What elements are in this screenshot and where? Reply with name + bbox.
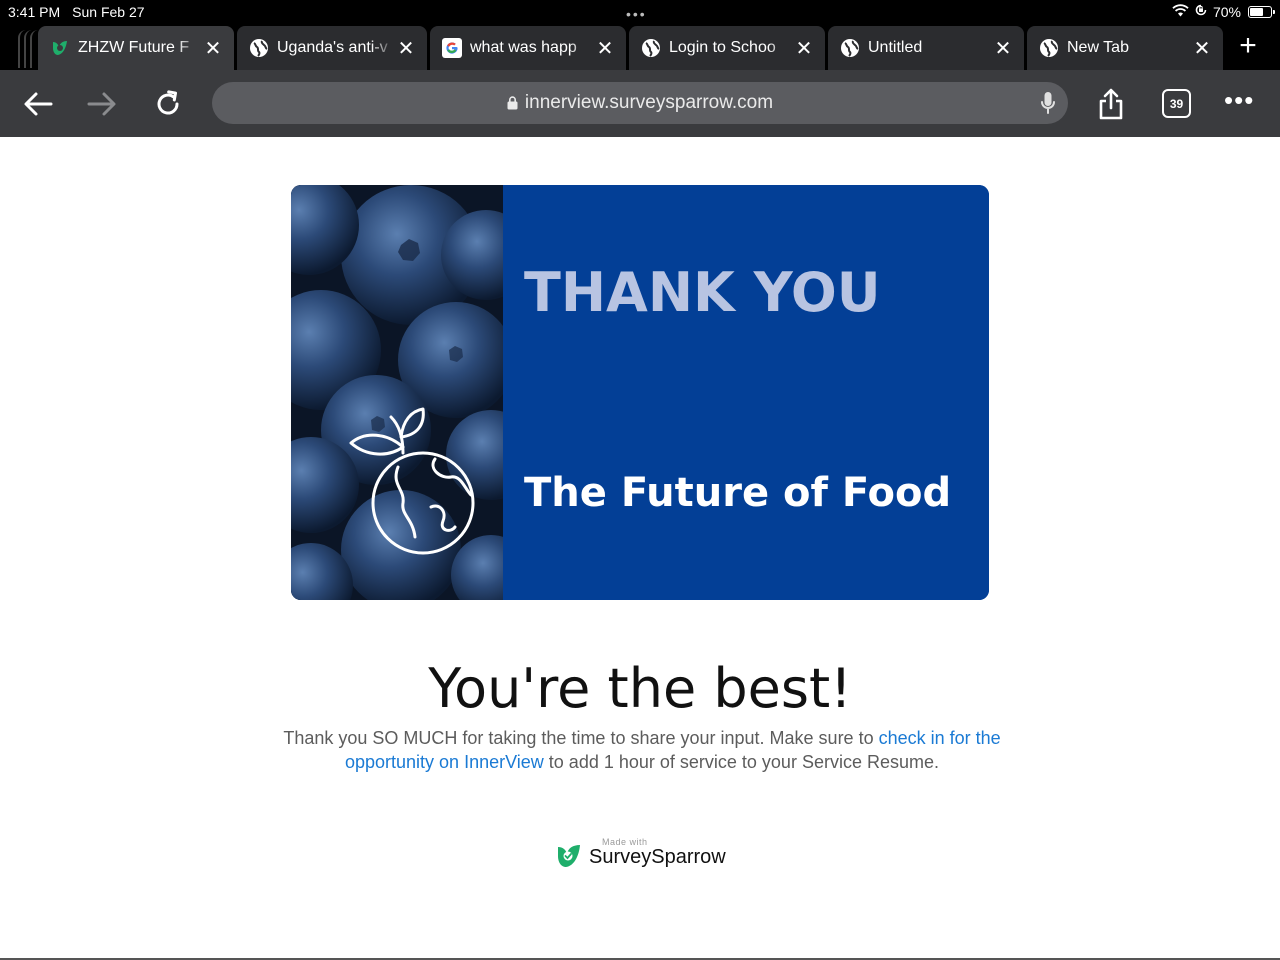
lock-icon (507, 96, 518, 110)
surveysparrow-icon (50, 38, 70, 58)
tab-stack-icon[interactable] (18, 30, 40, 68)
thank-you-banner: THANK YOU The Future of Food (291, 185, 989, 600)
tab-title: Login to Schoo (669, 39, 776, 56)
blueberries-photo (291, 185, 503, 600)
tab-zhzw-future[interactable]: ZHZW Future F ✕ (38, 26, 234, 70)
tab-login-school[interactable]: Login to Schoo ✕ (629, 26, 825, 70)
globe-icon (840, 38, 860, 58)
tab-uganda[interactable]: Uganda's anti-v ✕ (237, 26, 427, 70)
status-time: 3:41 PM (8, 4, 61, 20)
globe-icon (641, 38, 661, 58)
close-tab-icon[interactable]: ✕ (1191, 37, 1213, 60)
globe-sprout-icon (349, 407, 475, 555)
new-tab-plus-icon[interactable]: + (1234, 31, 1262, 61)
browser-toolbar: innerview.surveysparrow.com 39 ••• (0, 70, 1280, 137)
status-date: Sun Feb 27 (72, 4, 145, 20)
battery-icon (1248, 5, 1275, 18)
battery-percent: 70% (1212, 3, 1241, 20)
tab-untitled[interactable]: Untitled ✕ (828, 26, 1024, 70)
tab-google-search[interactable]: what was happ ✕ (430, 26, 626, 70)
address-bar[interactable]: innerview.surveysparrow.com (212, 82, 1068, 124)
forward-arrow-icon[interactable] (84, 86, 120, 122)
banner-subheading: The Future of Food (524, 470, 952, 516)
close-tab-icon[interactable]: ✕ (992, 37, 1014, 60)
microphone-icon[interactable] (1040, 91, 1056, 121)
back-arrow-icon[interactable] (20, 86, 56, 122)
close-tab-icon[interactable]: ✕ (202, 37, 224, 60)
globe-icon (249, 38, 269, 58)
banner-heading: THANK YOU (524, 261, 881, 324)
page-headline: You're the best! (428, 657, 852, 720)
reload-icon[interactable] (150, 86, 186, 122)
brand-name: SurveySparrow (589, 846, 726, 868)
tab-new-tab[interactable]: New Tab ✕ (1027, 26, 1223, 70)
more-menu-icon[interactable]: ••• (1224, 87, 1254, 113)
multitasking-dots-icon[interactable]: ••• (626, 6, 647, 22)
close-tab-icon[interactable]: ✕ (594, 37, 616, 60)
tab-title: what was happ (470, 39, 577, 56)
page-content: THANK YOU The Future of Food You're the … (0, 137, 1280, 960)
orientation-lock-icon (1194, 3, 1208, 20)
message-text: Thank you SO MUCH for taking the time to… (283, 728, 879, 748)
close-tab-icon[interactable]: ✕ (395, 37, 417, 60)
tab-title: Untitled (868, 39, 923, 56)
share-icon[interactable] (1093, 86, 1129, 122)
surveysparrow-footer-badge[interactable]: Made with SurveySparrow (555, 837, 730, 877)
status-bar: 3:41 PM Sun Feb 27 ••• 70% (0, 0, 1280, 24)
google-icon (442, 38, 462, 58)
wifi-icon (1172, 3, 1189, 20)
url-text: innerview.surveysparrow.com (524, 92, 774, 113)
thank-you-message: Thank you SO MUCH for taking the time to… (268, 726, 1016, 774)
tab-title: New Tab (1067, 39, 1129, 56)
close-tab-icon[interactable]: ✕ (793, 37, 815, 60)
tab-title: ZHZW Future F (78, 39, 190, 56)
surveysparrow-logo-icon (555, 842, 583, 875)
globe-icon (1039, 38, 1059, 58)
message-text: to add 1 hour of service to your Service… (543, 752, 939, 772)
tab-count-button[interactable]: 39 (1162, 89, 1191, 118)
tab-strip: ZHZW Future F ✕ Uganda's anti-v ✕ what w… (0, 24, 1280, 70)
tab-title: Uganda's anti-v (277, 39, 388, 56)
